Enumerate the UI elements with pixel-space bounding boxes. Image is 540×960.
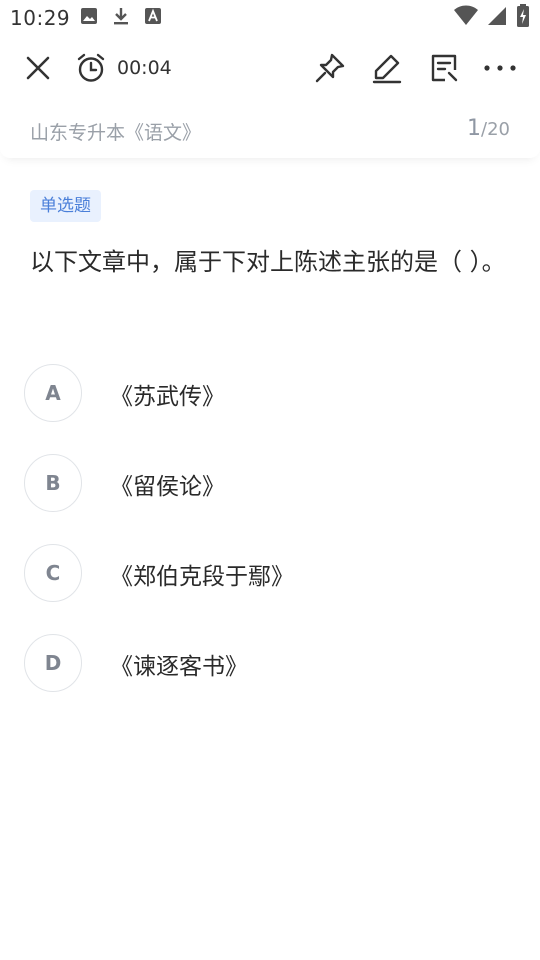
status-right-icons [454, 4, 530, 32]
option-d[interactable]: D 《谏逐客书》 [24, 634, 504, 694]
timer-text: 00:04 [117, 57, 172, 79]
status-bar: 10:29 [0, 0, 540, 36]
status-time: 10:29 [10, 6, 71, 30]
option-letter: A [24, 364, 82, 422]
pin-icon[interactable] [312, 50, 348, 86]
option-text: 《谏逐客书》 [110, 654, 248, 680]
course-title: 山东专升本《语文》 [30, 122, 202, 144]
battery-icon [516, 4, 530, 32]
option-letter: B [24, 454, 82, 512]
close-icon[interactable] [20, 50, 56, 86]
edit-icon[interactable] [369, 50, 405, 86]
note-icon[interactable] [426, 50, 462, 86]
exam-subheader: 山东专升本《语文》 1/20 [0, 104, 540, 158]
total-question-count: 20 [487, 119, 510, 140]
option-text: 《郑伯克段于鄢》 [110, 564, 294, 590]
app-screen: 10:29 00:04 山东专升本《语文》 1/20 单选题 以下文章中，属于下… [0, 0, 540, 960]
option-text: 《留侯论》 [110, 474, 225, 500]
status-left-icons [80, 8, 162, 28]
question-text: 以下文章中，属于下对上陈述主张的是（ ）。 [30, 248, 506, 276]
current-question-number: 1 [467, 116, 482, 141]
download-icon [112, 6, 130, 30]
option-text: 《苏武传》 [110, 384, 225, 410]
font-icon [144, 7, 162, 29]
more-icon[interactable] [482, 50, 518, 86]
option-letter: D [24, 634, 82, 692]
option-c[interactable]: C 《郑伯克段于鄢》 [24, 544, 504, 604]
alarm-clock-icon [73, 50, 109, 86]
option-b[interactable]: B 《留侯论》 [24, 454, 504, 514]
exam-toolbar: 00:04 [0, 40, 540, 98]
image-icon [80, 7, 98, 29]
question-type-badge: 单选题 [30, 190, 101, 222]
option-letter: C [24, 544, 82, 602]
option-a[interactable]: A 《苏武传》 [24, 364, 504, 424]
signal-icon [486, 5, 508, 31]
wifi-icon [454, 5, 478, 31]
question-progress: 1/20 [467, 116, 510, 141]
